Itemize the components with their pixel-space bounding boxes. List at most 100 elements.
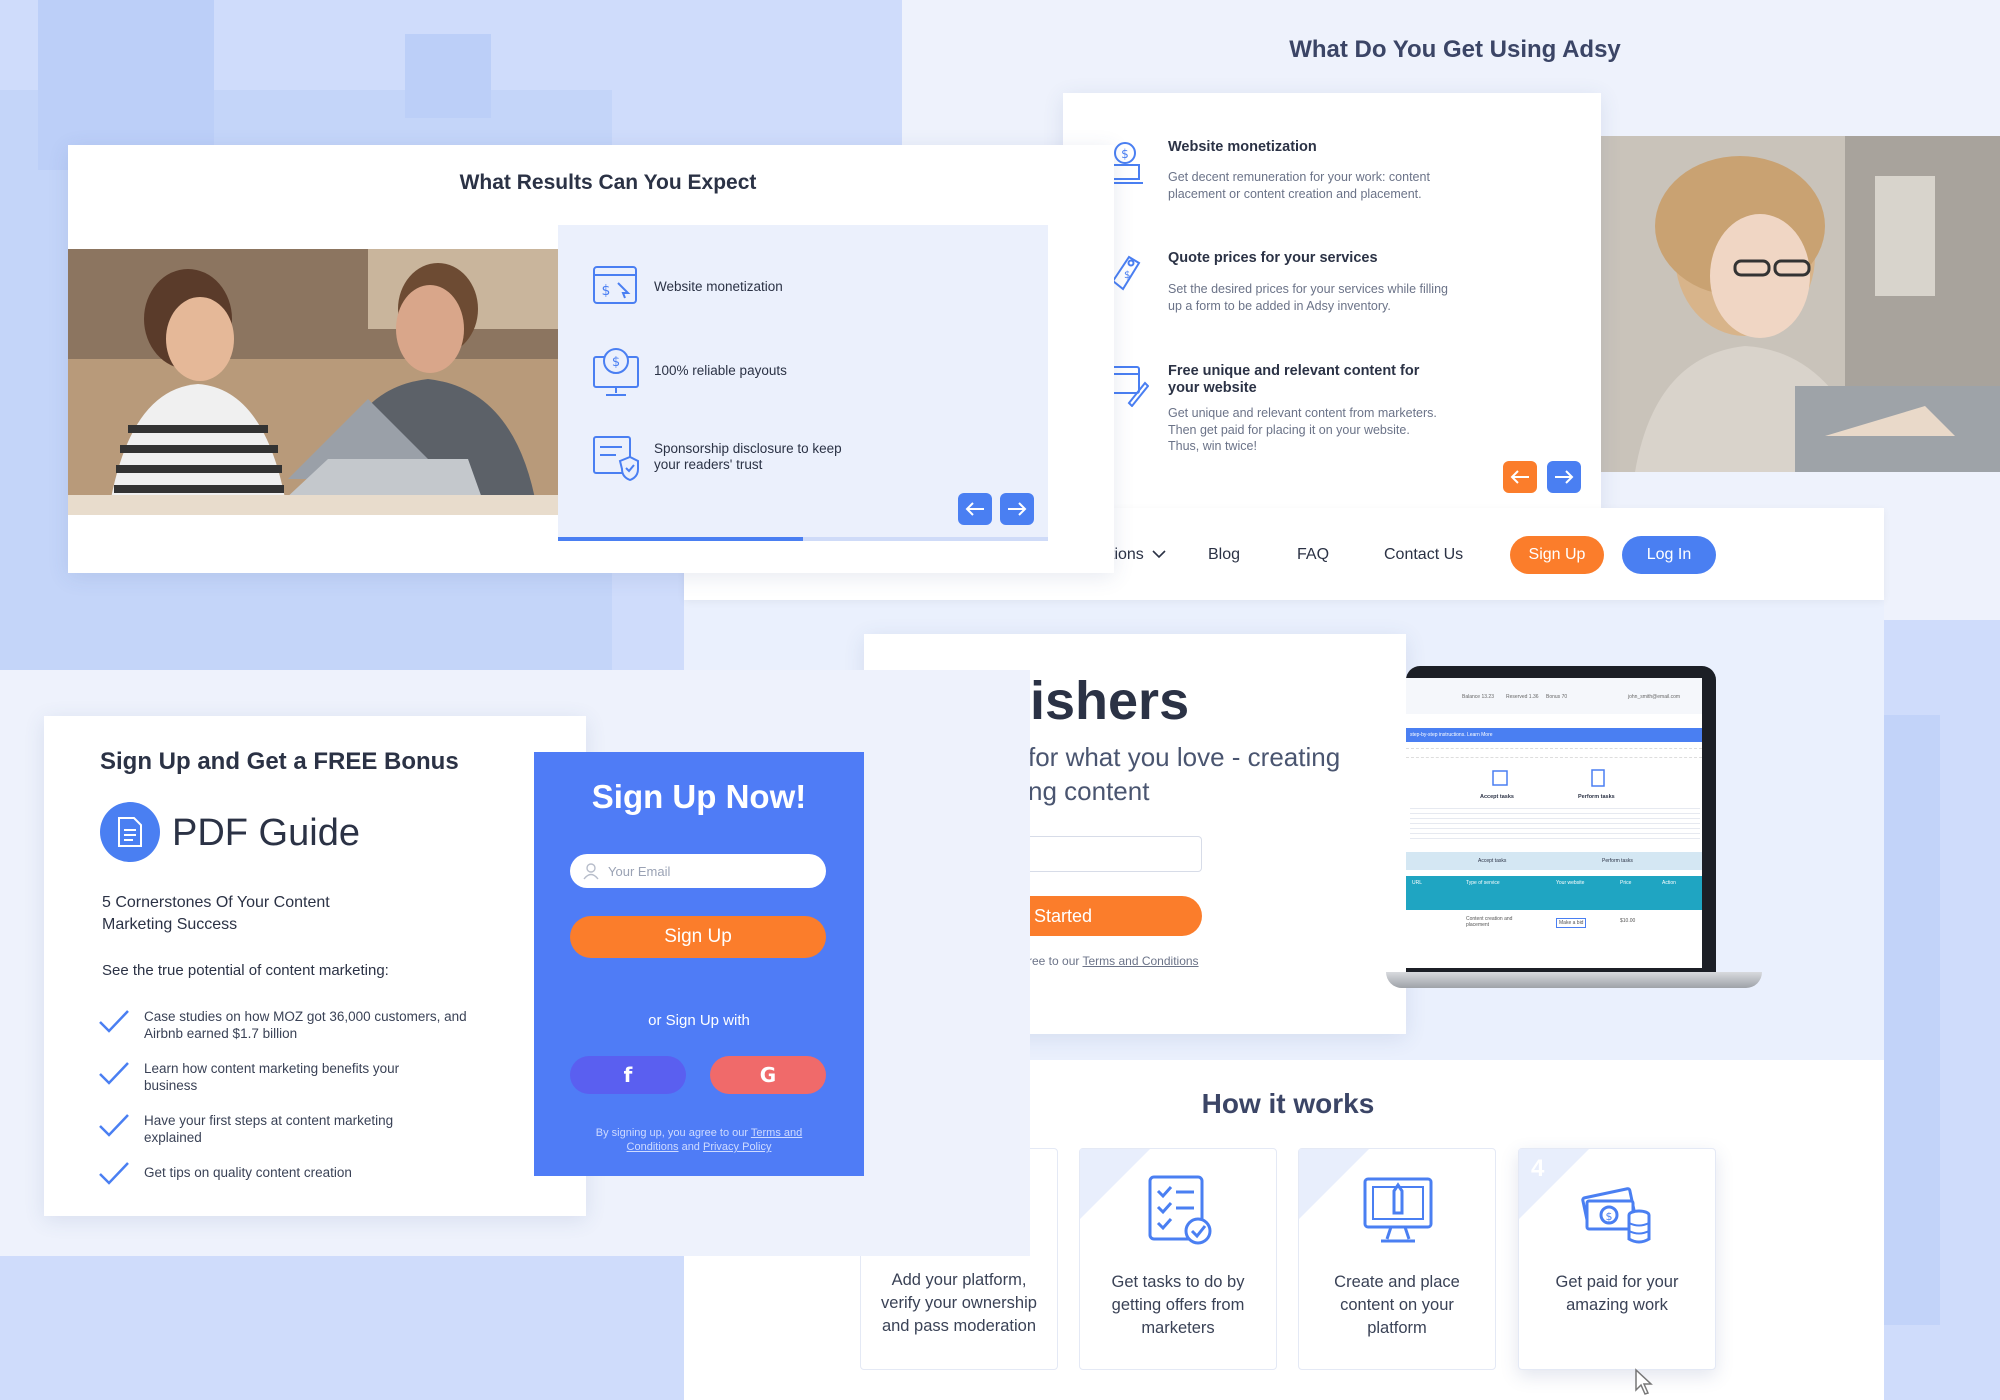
hero-terms-link[interactable]: Terms and Conditions: [1082, 954, 1198, 968]
screen-bonus: Bonus 70: [1546, 694, 1568, 700]
nav-signup-button[interactable]: Sign Up: [1510, 536, 1604, 574]
bonus-check-3: Have your first steps at content marketi…: [98, 1112, 434, 1146]
hero-subtitle-1: for what you love - creating: [1028, 742, 1341, 772]
screen-th-action: Action: [1662, 880, 1676, 886]
benefit-text-2: Set the desired prices for your services…: [1168, 282, 1448, 313]
monitor-pen-icon: [1363, 1177, 1433, 1243]
bonus-check-text-1: Case studies on how MOZ got 36,000 custo…: [144, 1009, 467, 1041]
step-card-4[interactable]: 4 $ Get paid for your amazing work: [1518, 1148, 1716, 1370]
bonus-check-2: Learn how content marketing benefits you…: [98, 1060, 404, 1094]
facebook-signup-button[interactable]: f: [570, 1056, 686, 1094]
nav-contact[interactable]: Contact Us: [1384, 546, 1463, 564]
mouse-cursor-icon: [1635, 1368, 1653, 1395]
results-panel: $ Website monetization $ 100% reliable p…: [558, 225, 1048, 541]
arrow-right-icon: [1008, 502, 1027, 516]
benefit-text-3: Get unique and relevant content from mar…: [1168, 406, 1437, 453]
screen-th-url: URL: [1412, 880, 1423, 886]
benefit-title-3: Free unique and relevant content for you…: [1168, 363, 1420, 396]
bonus-subtitle: 5 Cornerstones Of Your Content Marketing…: [102, 894, 330, 933]
results-prev-button[interactable]: [958, 493, 992, 525]
screen-tab-accept[interactable]: Accept tasks: [1478, 858, 1506, 864]
bonus-check-4: Get tips on quality content creation: [98, 1160, 434, 1186]
hero-email-input[interactable]: [1014, 836, 1202, 872]
check-icon: [99, 1162, 129, 1185]
svg-text:$: $: [602, 283, 611, 299]
step-corner-4: [1519, 1149, 1589, 1219]
signup-email-field[interactable]: Your Email: [570, 854, 826, 888]
nav-options[interactable]: tions: [1110, 546, 1166, 564]
arrow-right-icon: [1555, 470, 1574, 484]
price-tag-icon: $: [1109, 251, 1143, 295]
svg-text:$: $: [1606, 1210, 1613, 1223]
screen-row-price: $10.00: [1620, 918, 1636, 924]
bonus-check-text-4: Get tips on quality content creation: [144, 1165, 352, 1180]
screen-tab-perform[interactable]: Perform tasks: [1602, 858, 1633, 864]
screen-col-lines-1: [1406, 748, 1702, 758]
results-item-2: 100% reliable payouts: [654, 363, 787, 378]
step-label-3: Create and place content on your platfor…: [1334, 1273, 1460, 1337]
laptop-base: [1386, 972, 1762, 988]
benefit-text-1: Get decent remuneration for your work: c…: [1168, 170, 1430, 201]
benefits-next-button[interactable]: [1547, 461, 1581, 493]
nav-faq[interactable]: FAQ: [1297, 546, 1329, 564]
screen-row-service: Content creation and placement: [1466, 916, 1513, 928]
screen-table-row: Content creation and placement Make a bi…: [1406, 914, 1702, 934]
screen-th-website: Your website: [1556, 880, 1585, 886]
people-photo: [68, 249, 558, 515]
hero-subtitle-2: ng content: [1028, 776, 1150, 806]
screen-col-accept: Accept tasks: [1480, 794, 1514, 800]
chevron-down-icon: [1152, 550, 1166, 559]
step-corner-2: [1080, 1149, 1150, 1219]
results-progress-fill: [558, 537, 803, 541]
results-next-button[interactable]: [1000, 493, 1034, 525]
facebook-icon: f: [623, 1063, 633, 1087]
screen-body-lines: [1410, 804, 1700, 840]
check-icon: [99, 1114, 129, 1137]
bonus-lead: See the true potential of content market…: [102, 962, 389, 979]
step-card-3: 3 Create and place content on your platf…: [1298, 1148, 1496, 1370]
step-number-4: 4: [1531, 1155, 1545, 1182]
google-signup-button[interactable]: G: [710, 1056, 826, 1094]
screen-th-price: Price: [1620, 880, 1632, 886]
bonus-check-1: Case studies on how MOZ got 36,000 custo…: [98, 1008, 474, 1042]
nav-login-button[interactable]: Log In: [1622, 536, 1716, 574]
benefit-title-2: Quote prices for your services: [1168, 250, 1378, 266]
arrow-left-icon: [1510, 470, 1529, 484]
screen-reserved: Reserved 1.36: [1506, 694, 1539, 700]
checklist-icon: [1148, 1175, 1212, 1245]
google-icon: G: [759, 1063, 777, 1087]
screen-row-button[interactable]: Make a bid: [1556, 918, 1587, 928]
screen-tabs: Accept tasks Perform tasks: [1406, 852, 1702, 870]
step-number-2: 2: [1092, 1155, 1106, 1182]
signup-legal-prefix: By signing up, you agree to our: [595, 1127, 751, 1139]
perform-tasks-icon: [1591, 769, 1605, 787]
monitor-dollar-icon: $: [593, 348, 639, 396]
svg-text:$: $: [612, 355, 620, 370]
screen-topbar: Balance 13.23 Reserved 1.36 Bonus 70 joh…: [1406, 678, 1702, 714]
svg-text:$: $: [1121, 147, 1129, 161]
bg-square-4: [1882, 715, 1940, 1325]
step-label-2: Get tasks to do by getting offers from m…: [1111, 1273, 1245, 1337]
results-card: What Results Can You Expect $ Website mo…: [68, 145, 1114, 573]
step-label-4: Get paid for your amazing work: [1555, 1273, 1679, 1314]
signup-submit-button[interactable]: Sign Up: [570, 916, 826, 958]
results-progress-track: [558, 537, 1048, 541]
hero-terms-prefix: ree to our: [1028, 954, 1083, 968]
cash-coins-icon: $: [1581, 1187, 1651, 1244]
screen-balance: Balance 13.23: [1462, 694, 1494, 700]
user-icon: [583, 863, 599, 880]
signup-or-text: or Sign Up with: [648, 1012, 750, 1029]
signup-heading: Sign Up Now!: [591, 778, 807, 815]
nav-blog[interactable]: Blog: [1208, 546, 1240, 564]
benefits-prev-button[interactable]: [1503, 461, 1537, 493]
hero-get-started-button[interactable]: et Started: [1014, 896, 1202, 936]
document-icon: [100, 802, 160, 862]
step-label-1: Add your platform, verify your ownership…: [881, 1271, 1037, 1335]
bonus-heading: Sign Up and Get a FREE Bonus: [100, 748, 459, 775]
step-corner-3: [1299, 1149, 1369, 1219]
signup-legal: By signing up, you agree to our Terms an…: [582, 1126, 816, 1154]
results-item-1: Website monetization: [654, 279, 783, 294]
signup-legal-privacy[interactable]: Privacy Policy: [703, 1141, 771, 1153]
screen-col-perform: Perform tasks: [1578, 794, 1615, 800]
hero-terms: ree to our Terms and Conditions: [1028, 954, 1199, 968]
